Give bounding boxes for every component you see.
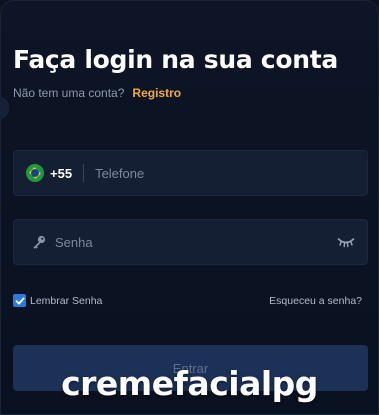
password-field[interactable] xyxy=(13,219,368,265)
password-input[interactable] xyxy=(55,220,337,264)
login-modal: Faça login na sua conta Não tem uma cont… xyxy=(0,0,379,415)
key-icon xyxy=(33,235,46,249)
eye-closed-icon[interactable] xyxy=(337,236,355,248)
register-prompt: Não tem uma conta? Registro xyxy=(13,86,181,100)
phone-input[interactable] xyxy=(95,151,367,195)
register-link[interactable]: Registro xyxy=(132,86,181,100)
page-title: Faça login na sua conta xyxy=(13,45,338,74)
country-code[interactable]: +55 xyxy=(50,166,72,181)
forgot-password-link[interactable]: Esqueceu a senha? xyxy=(269,295,362,307)
checkmark-icon xyxy=(15,297,24,304)
no-account-text: Não tem uma conta? xyxy=(13,86,125,100)
login-button[interactable]: Entrar xyxy=(13,345,368,391)
brazil-flag-icon[interactable] xyxy=(26,164,44,182)
remember-password[interactable]: Lembrar Senha xyxy=(13,294,102,307)
remember-label: Lembrar Senha xyxy=(30,294,103,307)
phone-field[interactable]: +55 xyxy=(13,150,368,196)
modal-edge-handle xyxy=(0,97,9,119)
remember-checkbox[interactable] xyxy=(13,294,26,307)
field-divider xyxy=(83,164,85,182)
